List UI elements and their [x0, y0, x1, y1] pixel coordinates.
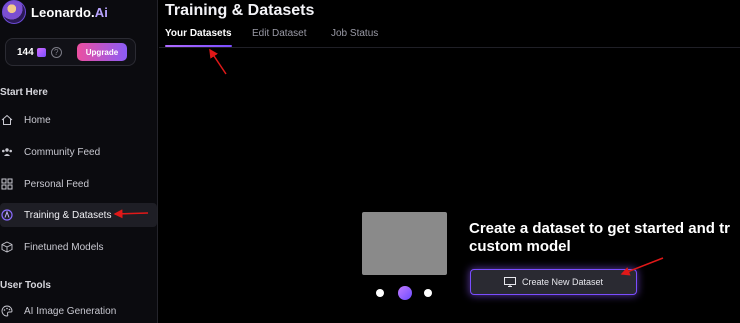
- brand-name-accent: Ai: [94, 4, 108, 20]
- palette-icon: [1, 305, 13, 317]
- help-icon[interactable]: ?: [50, 46, 62, 58]
- carousel-dot[interactable]: [424, 289, 432, 297]
- brand[interactable]: Leonardo.Ai: [2, 0, 108, 24]
- token-icon: [36, 47, 46, 57]
- carousel-dot-active[interactable]: [398, 286, 412, 300]
- empty-state-heading-line1: Create a dataset to get started and tr: [469, 220, 730, 237]
- section-title-start-here: Start Here: [0, 87, 48, 98]
- sidebar-item-ai-image-generation[interactable]: AI Image Generation: [0, 299, 157, 323]
- upgrade-button[interactable]: Upgrade: [77, 43, 127, 61]
- sidebar-item-label: AI Image Generation: [24, 305, 117, 317]
- community-icon: [1, 146, 13, 158]
- tab-your-datasets[interactable]: Your Datasets: [165, 28, 232, 39]
- credits-panel: 144 ? Upgrade: [5, 38, 136, 66]
- tab-bar: Your Datasets Edit Dataset Job Status: [159, 24, 740, 48]
- carousel-dot[interactable]: [376, 289, 384, 297]
- page-title: Training & Datasets: [165, 2, 315, 19]
- carousel-image-placeholder: [362, 212, 447, 275]
- sidebar-item-finetuned-models[interactable]: Finetuned Models: [0, 235, 157, 259]
- sidebar-item-label: Personal Feed: [24, 178, 90, 190]
- sidebar-item-home[interactable]: Home: [0, 108, 157, 132]
- sidebar-item-training-datasets[interactable]: Training & Datasets: [0, 203, 157, 227]
- monitor-icon: [503, 277, 516, 287]
- section-title-user-tools: User Tools: [0, 280, 51, 291]
- sidebar: Leonardo.Ai 144 ? Upgrade Start Here Hom…: [0, 0, 158, 323]
- sidebar-item-label: Training & Datasets: [24, 209, 112, 221]
- main-content: Training & Datasets Your Datasets Edit D…: [159, 0, 740, 323]
- tab-job-status[interactable]: Job Status: [331, 28, 378, 39]
- create-new-dataset-label: Create New Dataset: [521, 277, 604, 287]
- training-icon: [1, 209, 13, 221]
- home-icon: [1, 114, 13, 126]
- empty-state-heading-line2: custom model: [469, 238, 571, 255]
- create-new-dataset-button[interactable]: Create New Dataset: [470, 269, 637, 295]
- sidebar-item-label: Finetuned Models: [24, 241, 104, 253]
- leonardo-logo: [2, 0, 26, 24]
- credit-count: 144: [17, 46, 34, 58]
- cube-icon: [1, 241, 13, 253]
- brand-name-text: Leonardo.: [31, 4, 95, 20]
- empty-state-heading: Create a dataset to get started and tr c…: [469, 220, 740, 256]
- active-tab-indicator: [165, 45, 232, 47]
- sidebar-item-personal-feed[interactable]: Personal Feed: [0, 172, 157, 196]
- sidebar-item-label: Home: [24, 114, 51, 126]
- sidebar-item-community-feed[interactable]: Community Feed: [0, 140, 157, 164]
- grid-icon: [1, 178, 13, 190]
- sidebar-item-label: Community Feed: [24, 146, 101, 158]
- tab-edit-dataset[interactable]: Edit Dataset: [252, 28, 306, 39]
- brand-name: Leonardo.Ai: [31, 5, 108, 20]
